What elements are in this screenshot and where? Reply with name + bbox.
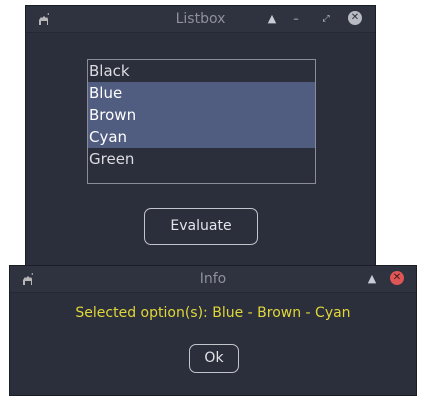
minimize-icon[interactable]: – [288,11,304,27]
info-dialog: Info ▲ ✕ Selected option(s): Blue - Brow… [9,265,417,396]
list-item[interactable]: Green [88,148,315,170]
triangle-up-icon[interactable]: ▲ [364,271,380,287]
list-item[interactable]: Black [88,60,315,82]
list-item[interactable]: Brown [88,104,315,126]
close-icon[interactable]: ✕ [348,11,362,25]
maximize-icon[interactable]: ⤢ [318,11,334,27]
dialog-title: Info [199,271,227,287]
info-titlebar[interactable]: Info ▲ ✕ [10,266,416,293]
triangle-up-icon[interactable]: ▲ [264,11,280,27]
listbox-titlebar[interactable]: Listbox ▲ – ⤢ ✕ [26,6,375,33]
list-item[interactable]: Cyan [88,126,315,148]
evaluate-button[interactable]: Evaluate [144,208,258,245]
color-listbox[interactable]: Black Blue Brown Cyan Green [87,59,316,184]
list-item[interactable]: Blue [88,82,315,104]
ok-button[interactable]: Ok [189,344,239,373]
listbox-window: Listbox ▲ – ⤢ ✕ Black Blue Brown Cyan Gr… [25,5,376,275]
info-message: Selected option(s): Blue - Brown - Cyan [75,305,351,321]
close-icon[interactable]: ✕ [390,271,404,285]
